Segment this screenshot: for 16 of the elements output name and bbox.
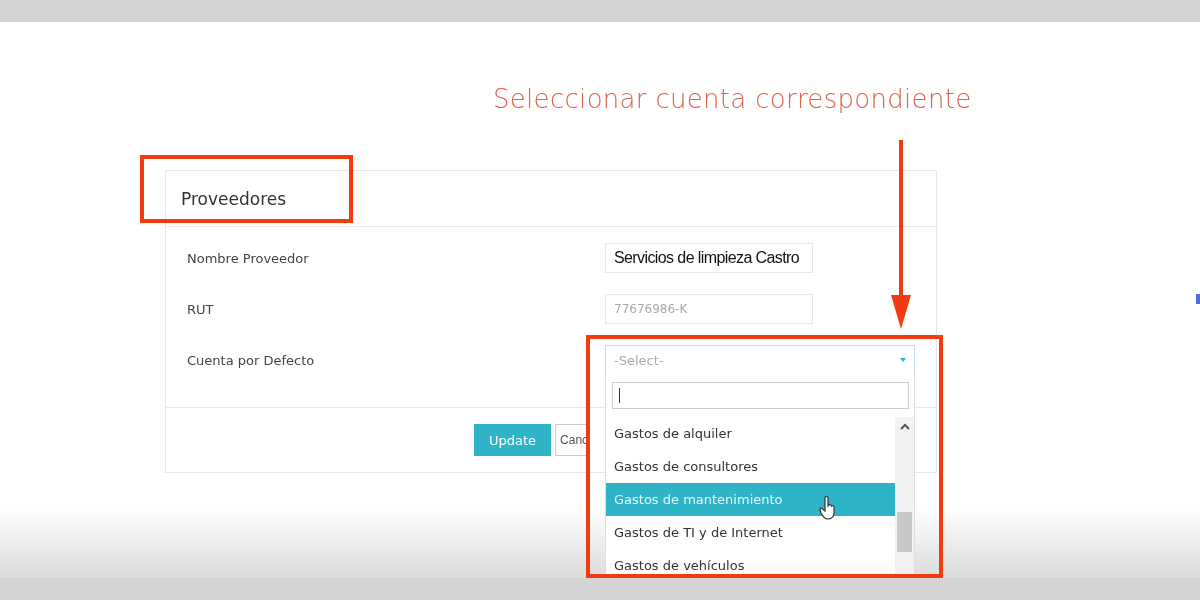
field-label: Cuenta por Defecto — [187, 352, 316, 368]
dropdown-option[interactable]: Gastos de consultores — [606, 450, 895, 483]
edge-marker — [1196, 294, 1200, 304]
dropdown-option[interactable]: Gastos de vehículos — [606, 549, 895, 578]
card-title: Proveedores — [181, 188, 287, 209]
caret-icon — [900, 358, 906, 362]
hand-cursor-icon — [819, 496, 837, 520]
chevron-up-icon — [899, 423, 910, 430]
dropdown-option[interactable]: Gastos de alquiler — [606, 417, 895, 450]
annotation-text: Seleccionar cuenta correspondiente — [493, 84, 972, 114]
field-label: RUT — [187, 301, 215, 317]
dropdown-option[interactable]: Gastos de TI y de Internet — [606, 516, 895, 549]
field-label: Nombre Proveedor — [187, 250, 310, 266]
scrollbar-thumb[interactable] — [897, 512, 912, 552]
input-field[interactable]: Servicios de limpieza Castro — [605, 243, 813, 273]
search-field[interactable] — [612, 382, 909, 409]
